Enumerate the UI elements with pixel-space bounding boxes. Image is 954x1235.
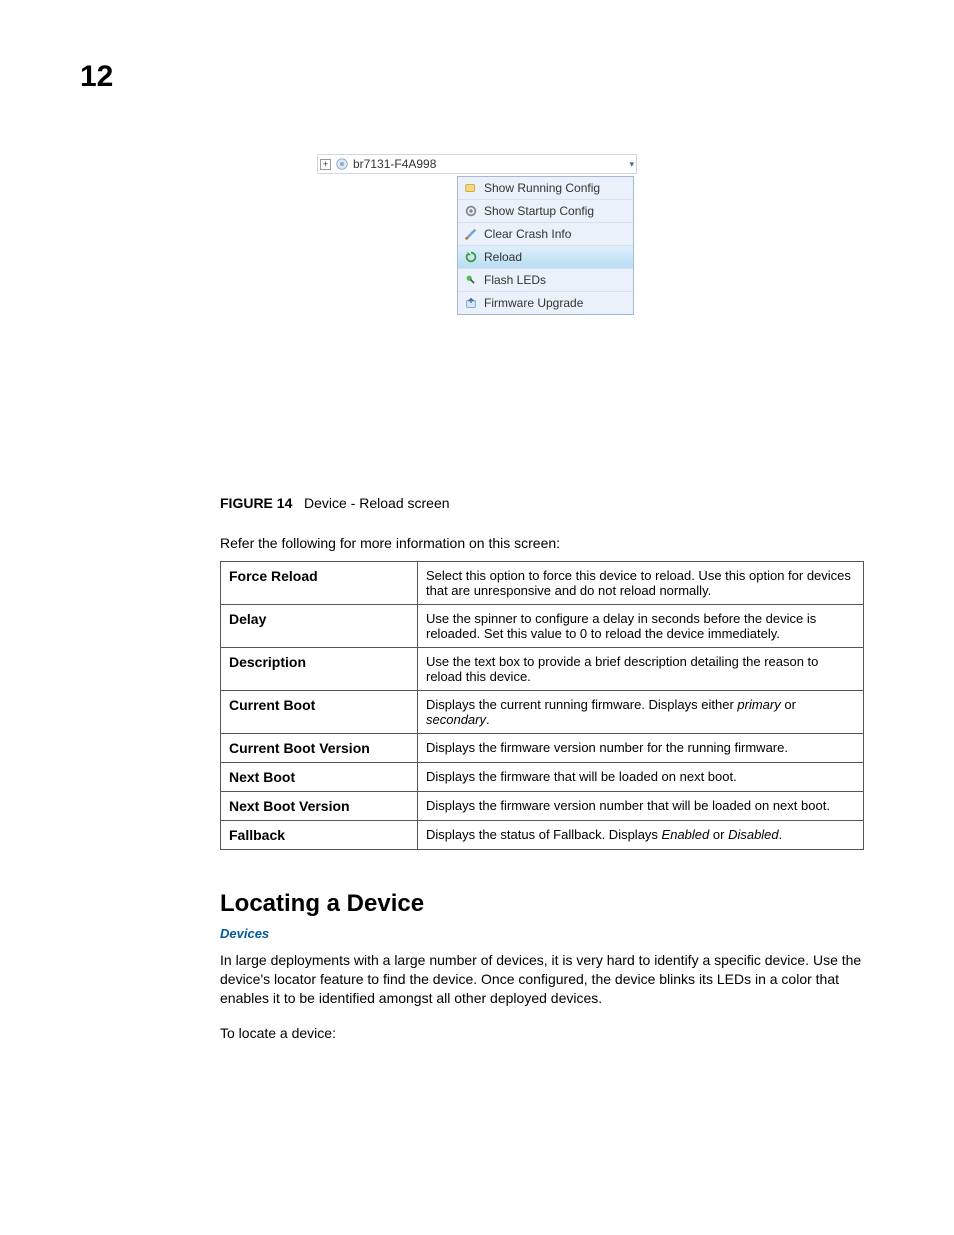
table-row-label: Next Boot Version	[221, 792, 418, 821]
ui-screenshot-figure: + br7131-F4A998 ▾ Show Running ConfigSho…	[317, 154, 637, 315]
table-row-label: Force Reload	[221, 562, 418, 605]
page-number: 12	[80, 60, 874, 94]
menu-item-label: Show Startup Config	[484, 204, 594, 218]
menu-item-icon	[464, 296, 478, 310]
table-row-description: Displays the status of Fallback. Display…	[418, 821, 864, 850]
context-menu: Show Running Config Show Startup Config Cl…	[457, 176, 634, 315]
figure-label: FIGURE 14	[220, 495, 292, 511]
table-row-description: Displays the firmware version number for…	[418, 734, 864, 763]
menu-item-icon	[464, 204, 478, 218]
menu-item[interactable]: Flash LEDs	[458, 269, 633, 292]
table-row: Next Boot VersionDisplays the firmware v…	[221, 792, 864, 821]
menu-item-label: Firmware Upgrade	[484, 296, 583, 310]
menu-item[interactable]: Clear Crash Info	[458, 223, 633, 246]
figure-caption: FIGURE 14 Device - Reload screen	[220, 495, 864, 511]
table-row-description: Displays the current running firmware. D…	[418, 691, 864, 734]
section-paragraph: In large deployments with a large number…	[220, 951, 864, 1008]
table-row-label: Current Boot	[221, 691, 418, 734]
menu-item[interactable]: Firmware Upgrade	[458, 292, 633, 314]
menu-item-icon	[464, 181, 478, 195]
table-row-description: Use the text box to provide a brief desc…	[418, 648, 864, 691]
section-lead: To locate a device:	[220, 1024, 864, 1043]
table-row-label: Current Boot Version	[221, 734, 418, 763]
menu-item-icon	[464, 250, 478, 264]
table-row: Current BootDisplays the current running…	[221, 691, 864, 734]
intro-text: Refer the following for more information…	[220, 535, 864, 551]
table-row-description: Use the spinner to configure a delay in …	[418, 605, 864, 648]
table-row-description: Select this option to force this device …	[418, 562, 864, 605]
device-tree-item-label: br7131-F4A998	[353, 157, 436, 171]
menu-item[interactable]: Show Startup Config	[458, 200, 633, 223]
menu-item-label: Clear Crash Info	[484, 227, 571, 241]
table-row-label: Delay	[221, 605, 418, 648]
menu-item[interactable]: Reload	[458, 246, 633, 269]
menu-item-icon	[464, 273, 478, 287]
menu-item-label: Show Running Config	[484, 181, 600, 195]
menu-item-label: Reload	[484, 250, 522, 264]
device-tree-item[interactable]: + br7131-F4A998 ▾	[317, 154, 637, 174]
table-row: DelayUse the spinner to configure a dela…	[221, 605, 864, 648]
figure-caption-text: Device - Reload screen	[304, 495, 450, 511]
menu-item-label: Flash LEDs	[484, 273, 546, 287]
menu-item-icon	[464, 227, 478, 241]
reference-table: Force ReloadSelect this option to force …	[220, 561, 864, 850]
table-row: Current Boot VersionDisplays the firmwar…	[221, 734, 864, 763]
table-row-description: Displays the firmware that will be loade…	[418, 763, 864, 792]
breadcrumb: Devices	[220, 926, 864, 941]
menu-item[interactable]: Show Running Config	[458, 177, 633, 200]
table-row-label: Fallback	[221, 821, 418, 850]
table-row-label: Next Boot	[221, 763, 418, 792]
table-row-label: Description	[221, 648, 418, 691]
table-row: Next BootDisplays the firmware that will…	[221, 763, 864, 792]
device-icon	[335, 157, 349, 171]
section-heading: Locating a Device	[220, 890, 864, 918]
dropdown-arrow-icon[interactable]: ▾	[629, 159, 634, 170]
table-row: DescriptionUse the text box to provide a…	[221, 648, 864, 691]
table-row: Force ReloadSelect this option to force …	[221, 562, 864, 605]
expand-icon[interactable]: +	[320, 159, 331, 170]
table-row: FallbackDisplays the status of Fallback.…	[221, 821, 864, 850]
table-row-description: Displays the firmware version number tha…	[418, 792, 864, 821]
